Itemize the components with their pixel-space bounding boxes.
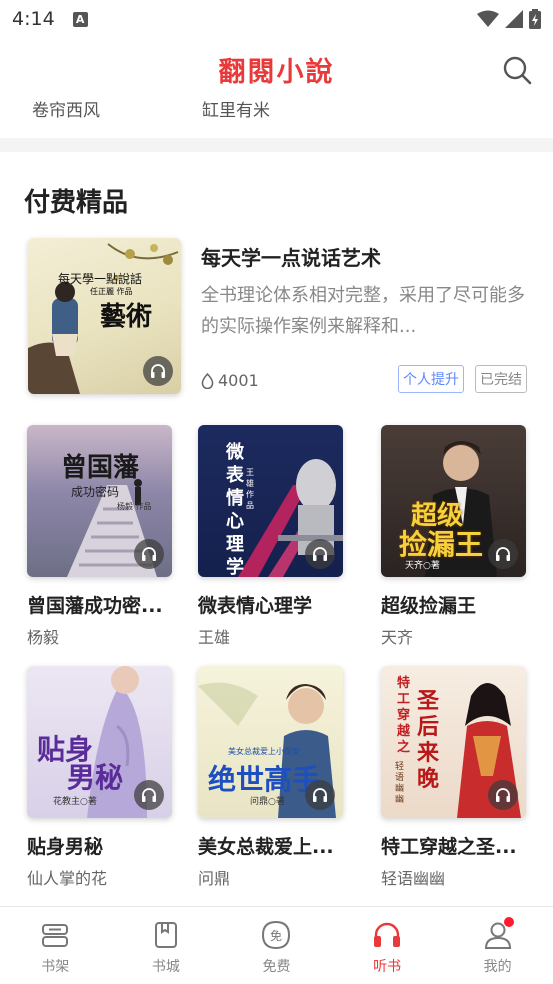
play-audio-button[interactable] [134, 539, 164, 569]
play-audio-button[interactable] [305, 539, 335, 569]
author-row: 卷帘西风 缸里有米 [0, 92, 553, 126]
headphones-icon [496, 547, 510, 561]
book-card[interactable]: 微表情心理学 王雄 作品 微表情心理学 王雄 [198, 425, 343, 648]
bookstore-icon [154, 922, 177, 948]
book-card[interactable]: 美女总裁爱上小保安 绝世高手 问鼎○著 美女总裁爱上... 问鼎 [198, 666, 343, 889]
book-author: 天齐 [381, 628, 414, 647]
book-cover[interactable]: 超级 捡漏王 天齐○著 [381, 425, 526, 577]
book-card[interactable]: 曾国藩 成功密码 杨毅 作品 曾国藩成功密... 杨毅 [27, 425, 172, 648]
cover-title-main: 藝術 [100, 302, 153, 332]
nav-label: 免费 [262, 959, 291, 975]
section-title: 付费精品 [24, 188, 129, 218]
book-cover[interactable]: 特工穿越之 圣后来晚 轻语幽幽 [381, 666, 526, 818]
play-audio-button[interactable] [143, 356, 173, 386]
nav-label: 听书 [373, 959, 402, 975]
nav-label: 书城 [151, 959, 180, 975]
nav-listen[interactable]: 听书 [332, 907, 443, 984]
nav-bookstore[interactable]: 书城 [111, 907, 222, 984]
play-audio-button[interactable] [488, 780, 518, 810]
book-author: 问鼎 [198, 869, 231, 888]
play-audio-button[interactable] [305, 780, 335, 810]
book-card[interactable]: 特工穿越之 圣后来晚 轻语幽幽 特工穿越之圣... 轻语幽幽 [381, 666, 526, 889]
status-bar: 4:14 A [0, 0, 553, 38]
headphones-icon [496, 788, 510, 802]
headphones-icon [374, 922, 401, 947]
author-tab[interactable]: 卷帘西风 [32, 96, 100, 121]
cover-subtitle: 成功密码 [71, 485, 120, 499]
headphones-icon [313, 788, 327, 802]
listen-count: 4001 [201, 371, 259, 390]
nav-bookshelf[interactable]: 书架 [0, 907, 111, 984]
cover-subtitle: 美女总裁爱上小保安 [228, 747, 300, 756]
cover-byline: 王雄 作品 [246, 468, 254, 510]
book-title[interactable]: 微表情心理学 [198, 591, 343, 618]
book-cover[interactable]: 美女总裁爱上小保安 绝世高手 问鼎○著 [198, 666, 343, 818]
book-author: 杨毅 [27, 628, 60, 647]
nav-label: 书架 [41, 959, 70, 975]
bottom-nav: 书架 书城 免 免费 听书 我的 [0, 906, 553, 984]
book-title[interactable]: 贴身男秘 [27, 832, 172, 859]
status-time: 4:14 [12, 8, 55, 30]
cover-title-main: 绝世高手 [208, 763, 321, 796]
book-cover[interactable]: 每天學一點說話 任正麗 作品 藝術 [28, 238, 181, 394]
featured-book[interactable]: 每天學一點說話 任正麗 作品 藝術 每天学一点说话艺术 全书理论体系相对完整，采… [28, 238, 528, 394]
book-description: 全书理论体系相对完整，采用了尽可能多的实际操作案例来解释和... [201, 285, 525, 337]
book-title[interactable]: 曾国藩成功密... [27, 591, 172, 618]
status-icons [477, 9, 541, 29]
book-title[interactable]: 特工穿越之圣... [381, 832, 526, 859]
cover-byline: 杨毅 作品 [117, 502, 152, 511]
cover-byline: 轻语幽幽 [395, 762, 405, 805]
listen-count-value: 4001 [218, 371, 259, 390]
status-tag: 已完结 [475, 365, 527, 393]
app-header: 翻閱小說 [0, 38, 553, 98]
book-card[interactable]: 贴身 男秘 花教主○著 贴身男秘 仙人掌的花 [27, 666, 172, 889]
nav-profile[interactable]: 我的 [442, 907, 553, 984]
cover-title-main: 曾国藩 [61, 453, 140, 483]
play-audio-button[interactable] [488, 539, 518, 569]
book-title[interactable]: 超级捡漏王 [381, 591, 526, 618]
cover-title-line: 特工穿越之 [397, 676, 411, 755]
cover-title-line: 每天學一點說話 [58, 272, 143, 286]
book-cover[interactable]: 贴身 男秘 花教主○著 [27, 666, 172, 818]
cover-title-main: 捡漏王 [399, 528, 484, 561]
headphones-icon [142, 788, 156, 802]
section-divider [0, 138, 553, 152]
book-title[interactable]: 美女总裁爱上... [198, 832, 343, 859]
headphones-icon [142, 547, 156, 561]
cover-byline: 天齐○著 [405, 561, 440, 571]
category-tag[interactable]: 个人提升 [398, 365, 464, 393]
book-card[interactable]: 超级 捡漏王 天齐○著 超级捡漏王 天齐 [381, 425, 526, 648]
cover-byline: 问鼎○著 [250, 797, 285, 807]
notification-a-icon: A [72, 11, 88, 27]
battery-icon [529, 9, 541, 29]
book-author: 仙人掌的花 [27, 869, 108, 888]
book-cover[interactable]: 曾国藩 成功密码 杨毅 作品 [27, 425, 172, 577]
bookshelf-icon [42, 924, 69, 947]
book-author: 轻语幽幽 [381, 869, 446, 888]
signal-icon [505, 10, 523, 28]
cover-title-main: 圣后来晚 [417, 688, 440, 792]
book-title[interactable]: 每天学一点说话艺术 [201, 242, 381, 271]
svg-text:免: 免 [270, 928, 282, 943]
app-title: 翻閱小說 [218, 57, 335, 88]
nav-free[interactable]: 免 免费 [221, 907, 332, 984]
headphones-icon [151, 364, 165, 378]
cover-title-main: 男秘 [67, 761, 124, 794]
search-icon[interactable] [501, 54, 533, 86]
play-audio-button[interactable] [134, 780, 164, 810]
nav-label: 我的 [483, 959, 512, 975]
free-icon: 免 [262, 920, 291, 950]
book-author: 王雄 [198, 628, 231, 647]
cover-byline: 花教主○著 [53, 797, 97, 807]
flame-icon [201, 372, 214, 389]
author-tab[interactable]: 缸里有米 [202, 96, 270, 121]
headphones-icon [313, 547, 327, 561]
book-cover[interactable]: 微表情心理学 王雄 作品 [198, 425, 343, 577]
wifi-icon [477, 10, 499, 27]
